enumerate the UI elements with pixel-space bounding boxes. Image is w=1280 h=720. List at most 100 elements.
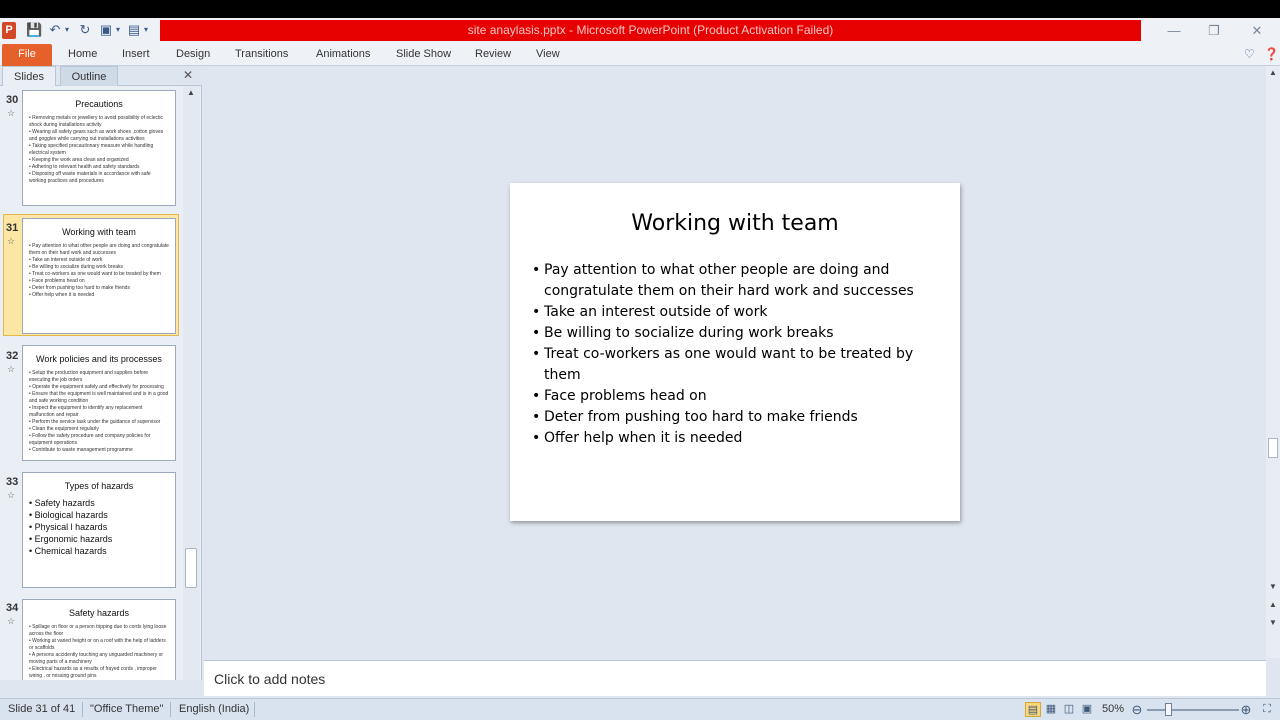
tab-insert[interactable]: Insert [122,44,150,66]
help-icon[interactable]: ❓ [1264,47,1279,61]
next-slide-icon[interactable]: ▼ [1269,618,1277,627]
undo-icon[interactable]: ↶ [48,22,62,38]
thumb-title: Working with team [62,227,136,237]
save-icon[interactable]: 💾 [26,22,42,38]
notes-placeholder[interactable]: Click to add notes [214,671,325,687]
thumb-bullet: Taking specified precautionary measure w… [29,143,169,157]
slide-title[interactable]: Working with team [510,211,960,236]
thumb-bullet: Follow the safety procedure and company … [29,433,169,447]
animation-star-icon: ☆ [7,364,16,374]
minimize-button[interactable]: — [1160,21,1188,41]
tab-transitions[interactable]: Transitions [235,44,288,66]
scroll-up-icon[interactable]: ▲ [1269,68,1277,77]
thumb-bullet: Removing metals or jewellery to avoid po… [29,115,169,129]
animation-star-icon: ☆ [7,490,16,500]
thumb-bullet: Physical l hazards [29,521,169,533]
undo-dropdown-icon[interactable]: ▾ [63,22,71,38]
theme-name[interactable]: "Office Theme" [90,703,163,715]
zoom-in-icon[interactable]: ⊕ [1238,702,1254,717]
thumb-bullet: Safety hazards [29,497,169,509]
tab-home[interactable]: Home [68,44,97,66]
redo-icon[interactable]: ↻ [78,22,92,38]
thumb-bullet: Clean the equipment regularly [29,426,169,433]
close-pane-icon[interactable]: ✕ [183,68,193,82]
thumb-title: Precautions [75,99,123,109]
normal-view-icon[interactable]: ▤ [1025,702,1041,717]
title-bar: P 💾 ↶ ▾ ↻ ▣ ▾ ▤ ▾ site anaylasis.pptx - … [0,18,1280,44]
slide-content[interactable]: Pay attention to what other people are d… [532,260,942,449]
scrollbar-thumb[interactable] [1268,438,1278,458]
restore-button[interactable]: ❐ [1200,21,1228,41]
slide-editing-area: Working with team Pay attention to what … [203,66,1266,658]
divider [254,702,255,717]
slide-thumbnail-34[interactable]: Safety hazards Spillage on floor or a pe… [22,599,176,680]
customize-qat-icon[interactable]: ▾ [142,22,150,38]
thumb-title: Work policies and its processes [36,354,162,364]
thumb-bullet: Wearing all safety gears such as work sh… [29,129,169,143]
slide-sorter-view-icon[interactable]: ▦ [1043,702,1059,717]
zoom-out-icon[interactable]: ⊖ [1129,702,1145,717]
thumb-bullet: Inspect the equipment to identify any re… [29,405,169,419]
reading-view-icon[interactable]: ◫ [1061,702,1077,717]
slide-bullet: Deter from pushing too hard to make frie… [532,407,942,428]
slide-thumbnail-30[interactable]: Precautions Removing metals or jewellery… [22,90,176,206]
slide-scrollbar[interactable]: ▲ ▼ ▲ ▼ [1266,66,1280,658]
fit-to-window-icon[interactable]: ⛶ [1259,702,1275,717]
thumbnails-scrollbar[interactable]: ▲ [183,86,200,680]
thumb-bullets: Spillage on floor or a person tripping d… [29,624,169,680]
tab-outline[interactable]: Outline [60,66,118,86]
thumb-bullet: Disposing off waste materials in accorda… [29,171,169,185]
animation-star-icon: ☆ [7,108,16,118]
thumb-number: 33 [6,476,19,488]
thumb-bullet: Deter from pushing too hard to make frie… [29,285,169,292]
tab-slides[interactable]: Slides [2,66,56,86]
thumb-bullet: Contribute to waste management programme [29,447,169,454]
slideshow-start-icon[interactable]: ▣ [98,22,114,38]
divider [170,702,171,717]
scroll-up-icon[interactable]: ▲ [187,88,195,97]
slide-thumbnail-33[interactable]: Types of hazards Safety hazards Biologic… [22,472,176,588]
tab-view[interactable]: View [536,44,560,66]
slide-thumbnail-32[interactable]: Work policies and its processes Setup th… [22,345,176,461]
notes-pane[interactable]: Click to add notes [204,660,1266,696]
layout-icon[interactable]: ▤ [126,22,142,38]
thumb-bullets: Pay attention to what other people are d… [29,243,169,299]
language[interactable]: English (India) [179,703,249,715]
thumb-title: Types of hazards [64,481,134,491]
thumb-bullet: Chemical hazards [29,545,169,557]
tab-design[interactable]: Design [176,44,210,66]
thumb-bullet: Setup the production equipment and suppl… [29,370,169,384]
slide-bullet: Offer help when it is needed [532,428,942,449]
qat-dropdown-icon[interactable]: ▾ [114,22,122,38]
slide-thumbnail-31[interactable]: Working with team Pay attention to what … [22,218,176,334]
zoom-level[interactable]: 50% [1102,703,1124,715]
slide-show-view-icon[interactable]: ▣ [1079,702,1095,717]
thumb-number: 32 [6,350,19,362]
window-title: site anaylasis.pptx - Microsoft PowerPoi… [160,20,1141,41]
slides-pane: Slides Outline ✕ 30 ☆ Precautions Removi… [0,66,202,680]
thumb-bullet: Keeping the work area clean and organize… [29,157,169,164]
thumb-number: 30 [6,94,19,106]
minimize-ribbon-icon[interactable]: ♡ [1244,47,1255,61]
tab-slide-show[interactable]: Slide Show [396,44,451,66]
zoom-slider[interactable] [1147,709,1239,711]
thumb-bullet: Ergonomic hazards [29,533,169,545]
scrollbar-thumb[interactable] [185,548,197,588]
current-slide[interactable]: Working with team Pay attention to what … [510,183,960,521]
thumb-bullets: Removing metals or jewellery to avoid po… [29,115,169,185]
slide-bullet: Be willing to socialize during work brea… [532,323,942,344]
tab-file[interactable]: File [2,44,52,66]
previous-slide-icon[interactable]: ▲ [1269,600,1277,609]
thumb-bullet: Pay attention to what other people are d… [29,243,169,257]
thumb-bullet: Spillage on floor or a person tripping d… [29,624,169,638]
close-button[interactable]: ✕ [1243,21,1271,41]
slide-bullet: Face problems head on [532,386,942,407]
scroll-down-icon[interactable]: ▼ [1269,582,1277,591]
zoom-slider-handle[interactable] [1165,703,1172,716]
pane-tabs: Slides Outline ✕ [0,66,202,86]
tab-review[interactable]: Review [475,44,511,66]
animation-star-icon: ☆ [7,236,16,246]
powerpoint-logo-icon[interactable]: P [2,22,16,39]
thumb-bullet: Electrical hazards as a results of fraye… [29,666,169,680]
tab-animations[interactable]: Animations [316,44,370,66]
